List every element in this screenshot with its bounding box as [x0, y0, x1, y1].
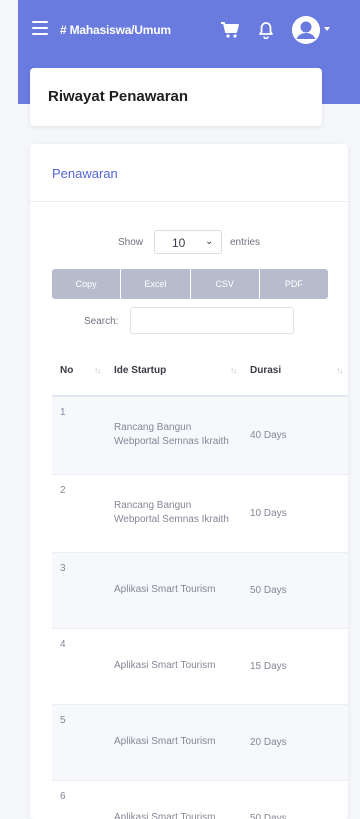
breadcrumb: # Mahasiswa/Umum [60, 23, 171, 37]
cell-durasi: 20 Days [242, 704, 348, 781]
pdf-button[interactable]: PDF [259, 269, 328, 299]
table-row[interactable]: 6 Aplikasi Smart Tourism 50 Days [52, 780, 348, 819]
table-row[interactable]: 4 Aplikasi Smart Tourism 15 Days [52, 628, 348, 705]
cell-ide-startup: Aplikasi Smart Tourism [106, 704, 242, 781]
cell-no: 4 [52, 628, 106, 705]
cell-ide-startup: Rancang Bangun Webportal Semnas Ikraith [106, 474, 242, 553]
search-control: Search: [30, 307, 348, 335]
caret-down-icon[interactable] [324, 27, 330, 31]
cell-durasi: 40 Days [242, 396, 348, 475]
csv-button[interactable]: CSV [190, 269, 259, 299]
excel-button[interactable]: Excel [121, 269, 190, 299]
sort-icon: ↑↓ [230, 366, 237, 375]
table-row[interactable]: 2 Rancang Bangun Webportal Semnas Ikrait… [52, 474, 348, 553]
cell-no: 2 [52, 474, 106, 553]
search-input[interactable] [130, 307, 294, 334]
column-header-no[interactable]: No ↑↓ [52, 346, 106, 397]
cell-no: 3 [52, 552, 106, 629]
cell-ide-startup: Aplikasi Smart Tourism [106, 628, 242, 705]
cell-ide-startup: Aplikasi Smart Tourism [106, 780, 242, 819]
cell-durasi: 15 Days [242, 628, 348, 705]
cart-icon[interactable] [220, 21, 240, 39]
table-row[interactable]: 3 Aplikasi Smart Tourism 50 Days [52, 552, 348, 629]
export-buttons: Copy Excel CSV PDF [52, 269, 328, 299]
cell-ide-startup: Aplikasi Smart Tourism [106, 552, 242, 629]
offers-table: No ↑↓ Ide Startup ↑↓ Durasi ↑↓ 1 Rancang Ba… [52, 346, 348, 819]
bell-icon[interactable] [258, 21, 274, 39]
search-label: Search: [84, 316, 119, 327]
table-header-row: No ↑↓ Ide Startup ↑↓ Durasi ↑↓ [52, 346, 348, 397]
entries-label: entries [230, 237, 261, 248]
length-control: Show 10 ⌄ entries [30, 230, 348, 254]
cell-ide-startup: Rancang Bangun Webportal Semnas Ikraith [106, 396, 242, 475]
cell-no: 6 [52, 780, 106, 819]
cell-durasi: 50 Days [242, 552, 348, 629]
sort-icon: ↑↓ [336, 366, 343, 375]
chevron-down-icon: ⌄ [205, 236, 214, 247]
entries-select[interactable]: 10 ⌄ [154, 230, 222, 254]
column-header-durasi[interactable]: Durasi ↑↓ [242, 346, 348, 397]
table-row[interactable]: 5 Aplikasi Smart Tourism 20 Days [52, 704, 348, 781]
card-heading: Penawaran [52, 166, 118, 181]
offers-card: Penawaran Show 10 ⌄ entries Copy Excel C… [30, 144, 348, 819]
page-title: Riwayat Penawaran [48, 88, 189, 105]
page-title-card: Riwayat Penawaran [30, 68, 322, 126]
card-header: Penawaran [30, 144, 348, 202]
user-avatar-icon[interactable] [292, 16, 320, 44]
show-label: Show [118, 237, 144, 248]
column-header-ide-startup[interactable]: Ide Startup ↑↓ [106, 346, 242, 397]
cell-no: 5 [52, 704, 106, 781]
copy-button[interactable]: Copy [52, 269, 121, 299]
table-row[interactable]: 1 Rancang Bangun Webportal Semnas Ikrait… [52, 396, 348, 475]
cell-durasi: 50 Days [242, 780, 348, 819]
menu-icon[interactable] [32, 21, 48, 35]
topbar-row: # Mahasiswa/Umum [18, 10, 360, 50]
sort-icon: ↑↓ [94, 366, 101, 375]
cell-durasi: 10 Days [242, 474, 348, 553]
cell-no: 1 [52, 396, 106, 475]
entries-select-value: 10 [172, 236, 186, 250]
